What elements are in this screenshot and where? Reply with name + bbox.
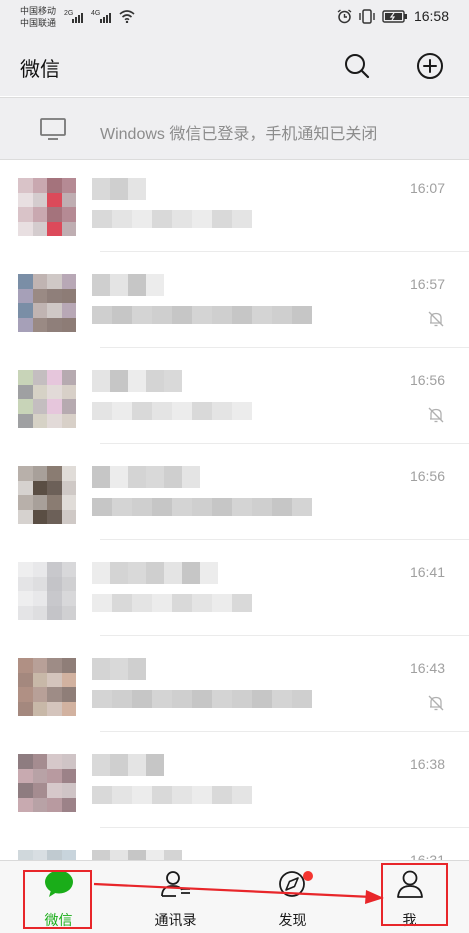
chat-name-obscured — [92, 178, 146, 200]
chat-row[interactable]: 16:38 — [0, 736, 469, 828]
chat-time: 16:56 — [409, 468, 445, 484]
chat-time: 16:31 — [409, 852, 445, 860]
avatar — [18, 562, 76, 620]
wifi-icon — [119, 10, 135, 23]
tab-label: 发现 — [278, 912, 307, 928]
avatar — [18, 370, 76, 428]
avatar — [18, 466, 76, 524]
status-bar: 中国移动 中国联通 2G 4G 16:58 — [0, 0, 469, 34]
contacts-icon — [160, 871, 190, 897]
carrier-info: 中国移动 中国联通 — [20, 5, 56, 29]
chat-row[interactable]: 16:56 — [0, 352, 469, 444]
carrier-2: 中国联通 — [20, 18, 57, 28]
chat-name-obscured — [92, 754, 164, 776]
mute-bell-icon — [428, 695, 444, 711]
chat-time: 16:56 — [409, 372, 445, 388]
chat-name-obscured — [92, 466, 200, 488]
battery-icon — [382, 9, 407, 23]
chat-row[interactable]: 16:41 — [0, 544, 469, 636]
signal-icon — [100, 13, 111, 23]
vibrate-icon — [359, 8, 375, 24]
tab-contacts[interactable]: 通讯录 — [117, 861, 234, 933]
carrier-1: 中国移动 — [20, 6, 57, 16]
chat-name-obscured — [92, 274, 164, 296]
annotation-box-me — [381, 863, 448, 926]
chat-time: 16:57 — [409, 276, 445, 292]
plus-circle-icon[interactable] — [415, 51, 445, 81]
chat-preview-obscured — [92, 690, 312, 708]
avatar — [18, 274, 76, 332]
chat-name-obscured — [92, 562, 218, 584]
mute-bell-icon — [428, 311, 444, 327]
annotation-box-chats — [23, 870, 92, 929]
chat-row[interactable]: 16:57 — [0, 256, 469, 348]
chat-name-obscured — [92, 658, 146, 680]
avatar — [18, 850, 76, 860]
chat-row[interactable]: 16:07 — [0, 160, 469, 252]
chat-time: 16:07 — [409, 180, 445, 196]
chat-row[interactable]: 16:43 — [0, 640, 469, 732]
chat-preview-obscured — [92, 594, 252, 612]
chat-preview-obscured — [92, 306, 312, 324]
chat-name-obscured — [92, 370, 182, 392]
tab-discover[interactable]: 发现 — [234, 861, 351, 933]
network-type-2: 4G — [91, 10, 101, 17]
alarm-icon — [337, 8, 352, 23]
header: 微信 — [0, 34, 469, 96]
clock: 16:58 — [413, 8, 449, 24]
avatar — [18, 658, 76, 716]
chat-preview-obscured — [92, 498, 312, 516]
chat-list[interactable]: 16:07 16:57 16:56 16:56 16:41 16:43 16:38 16:31 — [0, 160, 469, 860]
chat-name-obscured — [92, 850, 182, 860]
chat-preview-obscured — [92, 402, 252, 420]
status-right: 16:58 — [337, 8, 449, 24]
desktop-login-notice[interactable]: Windows 微信已登录，手机通知已关闭 — [0, 97, 469, 160]
chat-preview-obscured — [92, 786, 252, 804]
chat-row[interactable]: 16:31 — [0, 832, 469, 860]
chat-time: 16:43 — [409, 660, 445, 676]
avatar — [18, 178, 76, 236]
notice-text: Windows 微信已登录，手机通知已关闭 — [100, 126, 378, 143]
notification-dot — [303, 871, 313, 881]
chat-time: 16:38 — [409, 756, 445, 772]
chat-time: 16:41 — [409, 564, 445, 580]
page-title: 微信 — [20, 59, 60, 81]
signal-icon — [72, 13, 83, 23]
avatar — [18, 754, 76, 812]
tab-label: 通讯录 — [154, 912, 197, 928]
chat-preview-obscured — [92, 210, 252, 228]
search-icon[interactable] — [342, 51, 372, 81]
chat-row[interactable]: 16:56 — [0, 448, 469, 540]
mute-bell-icon — [428, 407, 444, 423]
monitor-icon — [40, 118, 66, 140]
